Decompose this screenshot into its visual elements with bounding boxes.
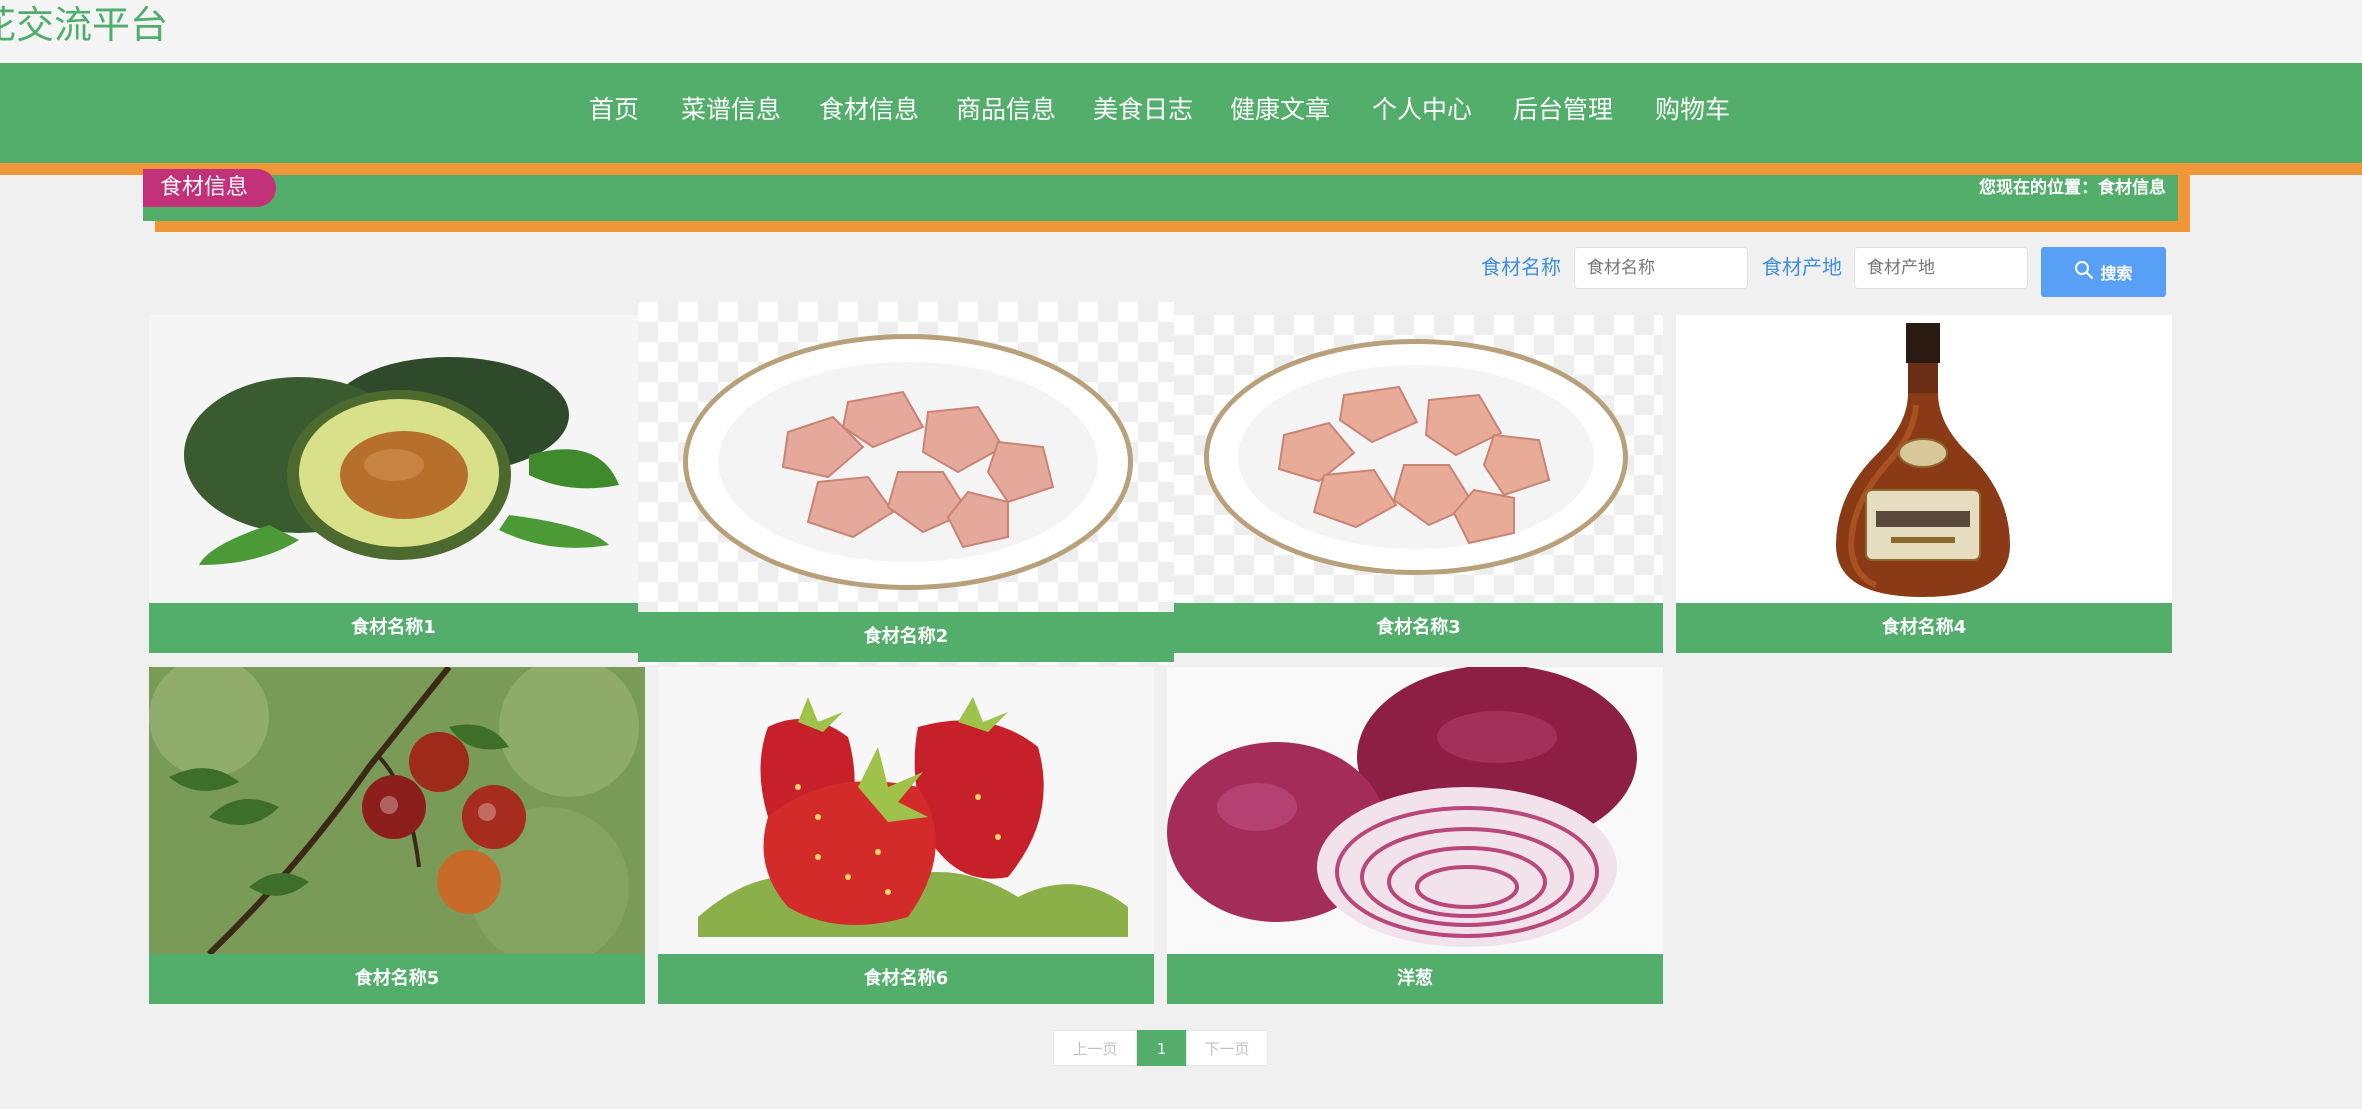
ingredient-card[interactable]: 食材名称3 (1174, 315, 1663, 653)
name-search-label: 食材名称 (1481, 255, 1561, 279)
ingredient-card[interactable]: 食材名称6 (658, 667, 1154, 1004)
top-header: 花交流平台 (0, 0, 2362, 63)
cognac-bottle-image (1676, 315, 2172, 603)
nav-item-products[interactable]: 商品信息 (956, 63, 1056, 163)
next-page-button[interactable]: 下一页 (1186, 1030, 1268, 1066)
current-location: 您现在的位置：食材信息 (1979, 178, 2166, 198)
nav-accent-stripe (0, 163, 2362, 175)
search-icon (2074, 260, 2094, 284)
ingredient-card-title: 洋葱 (1167, 954, 1663, 1004)
nav-item-food-diary[interactable]: 美食日志 (1093, 63, 1193, 163)
ingredient-card[interactable]: 食材名称4 (1676, 315, 2172, 653)
breadcrumb (143, 175, 2178, 221)
search-button[interactable]: 搜索 (2041, 247, 2166, 297)
ingredient-card[interactable]: 食材名称5 (149, 667, 645, 1004)
strawberries-image (658, 667, 1154, 954)
avocado-image (149, 315, 638, 603)
plums-on-branch-image (149, 667, 645, 967)
ingredient-card-title: 食材名称2 (638, 612, 1174, 662)
ingredient-card-title: 食材名称4 (1676, 603, 2172, 653)
ingredient-card-title: 食材名称3 (1174, 603, 1663, 653)
origin-search-input[interactable] (1854, 247, 2028, 289)
origin-search-label: 食材产地 (1762, 255, 1842, 279)
nav-item-admin[interactable]: 后台管理 (1513, 63, 1613, 163)
ingredient-card[interactable]: 食材名称2 (638, 302, 1174, 665)
red-onions-image (1167, 667, 1663, 954)
nav-item-recipes[interactable]: 菜谱信息 (681, 63, 781, 163)
ingredient-card[interactable]: 洋葱 (1167, 667, 1663, 1004)
ingredient-card-title: 食材名称6 (658, 954, 1154, 1004)
site-title: 花交流平台 (0, 3, 169, 47)
nav-item-home[interactable]: 首页 (589, 63, 639, 163)
raw-chicken-plate-image (638, 302, 1174, 612)
prev-page-button[interactable]: 上一页 (1053, 1030, 1137, 1066)
name-search-input[interactable] (1574, 247, 1748, 289)
ingredient-card-title: 食材名称1 (149, 603, 638, 653)
section-title-badge: 食材信息 (143, 169, 277, 207)
raw-chicken-plate-image (1174, 315, 1663, 603)
nav-item-health-articles[interactable]: 健康文章 (1230, 63, 1330, 163)
nav-item-personal-center[interactable]: 个人中心 (1372, 63, 1472, 163)
nav-item-cart[interactable]: 购物车 (1655, 63, 1730, 163)
current-page-button[interactable]: 1 (1137, 1030, 1186, 1066)
search-button-label: 搜索 (2100, 264, 2133, 283)
ingredient-card[interactable]: 食材名称1 (149, 315, 638, 653)
ingredient-card-title: 食材名称5 (149, 954, 645, 1004)
nav-item-ingredients[interactable]: 食材信息 (819, 63, 919, 163)
